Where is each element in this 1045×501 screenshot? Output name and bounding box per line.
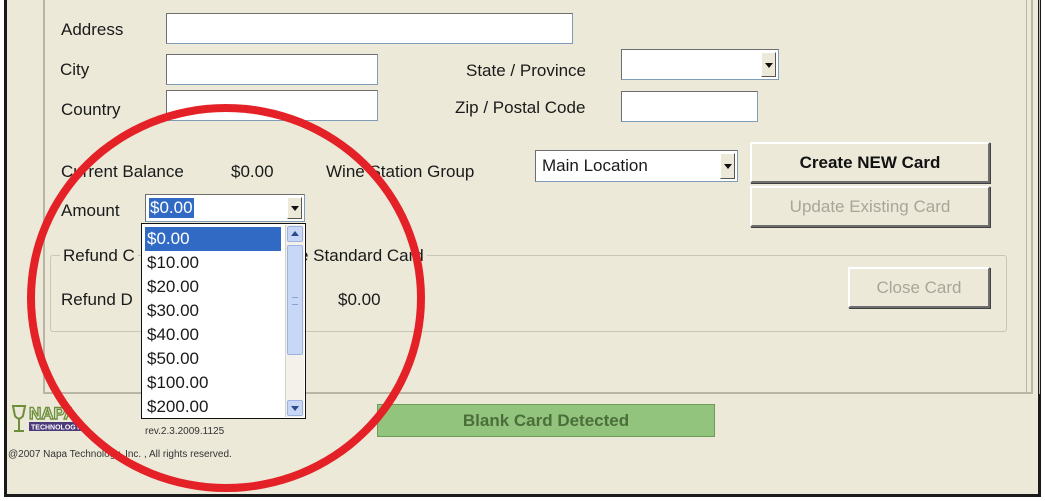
logo-wordmark: NAPA [29,404,76,423]
amount-value: $0.00 [149,198,194,218]
country-field[interactable] [166,90,378,121]
city-label: City [60,60,90,79]
version-text: rev.2.3.2009.1125 [145,426,225,437]
dropdown-option[interactable]: $10.00 [145,251,281,275]
current-balance-label: Current Balance [61,162,184,181]
create-new-card-button[interactable]: Create NEW Card [750,142,990,183]
state-label: State / Province [466,61,587,80]
dropdown-option[interactable]: $200.00 [145,395,281,419]
wine-station-group-select[interactable]: Main Location [535,150,738,182]
refund-group-title-end: e Standard Card [296,246,427,266]
dropdown-option[interactable]: $50.00 [145,347,281,371]
refund-value: $0.00 [338,290,381,309]
dropdown-option[interactable]: $20.00 [145,275,281,299]
wine-station-group-value: Main Location [542,156,648,175]
scroll-thumb[interactable] [287,245,303,355]
dropdown-scrollbar[interactable] [285,225,304,417]
scroll-down-icon[interactable] [287,400,303,416]
scroll-up-icon[interactable] [287,226,303,242]
city-field[interactable] [166,54,378,85]
copyright-text: @2007 Napa Technology, Inc. , All rights… [8,449,232,460]
state-select[interactable] [621,49,779,80]
current-balance-value: $0.00 [231,162,274,181]
napa-technology-logo: NAPA TECHNOLOGY [10,403,140,438]
dropdown-option[interactable]: $30.00 [145,299,281,323]
chevron-down-icon[interactable] [287,197,302,219]
card-status-indicator: Blank Card Detected [377,404,715,437]
amount-dropdown-list[interactable]: $0.00 $10.00 $20.00 $30.00 $40.00 $50.00… [141,223,306,419]
zip-field[interactable] [621,91,758,122]
chevron-down-icon[interactable] [720,153,735,179]
wine-glass-icon: NAPA TECHNOLOGY [11,403,81,432]
address-field[interactable] [166,13,573,44]
dropdown-option[interactable]: $0.00 [145,227,281,251]
dropdown-option[interactable]: $100.00 [145,371,281,395]
wine-station-group-label: Wine Station Group [326,162,475,181]
dropdown-option[interactable]: $40.00 [145,323,281,347]
amount-select[interactable]: $0.00 [145,194,305,222]
window-scroll-edge [1026,0,1040,394]
refund-group-title-start: Refund C [60,246,138,266]
chevron-down-icon[interactable] [761,52,776,77]
amount-label: Amount [61,201,120,220]
zip-label: Zip / Postal Code [455,98,586,117]
update-existing-card-button[interactable]: Update Existing Card [750,186,990,227]
country-label: Country [61,100,121,119]
address-label: Address [61,20,124,39]
refund-label: Refund D [61,290,133,309]
close-card-button[interactable]: Close Card [848,267,990,308]
logo-subtitle: TECHNOLOGY [31,425,81,432]
